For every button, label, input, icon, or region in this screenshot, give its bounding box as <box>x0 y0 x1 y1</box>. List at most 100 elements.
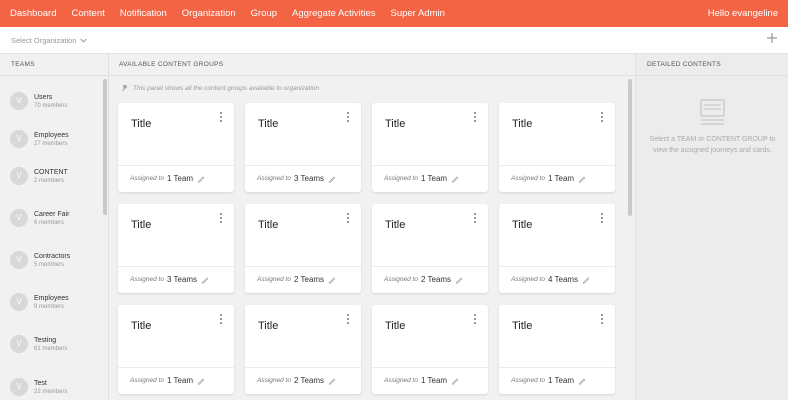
more-vertical-icon[interactable] <box>218 111 224 123</box>
team-member-count: 9 members <box>34 303 65 310</box>
user-greeting[interactable]: Hello evangeline <box>708 0 778 27</box>
more-vertical-icon[interactable] <box>599 111 605 123</box>
content-group-card[interactable]: Title Assigned to 1 Team <box>372 305 488 394</box>
more-vertical-icon[interactable] <box>599 313 605 325</box>
content-group-card[interactable]: Title Assigned to 2 Teams <box>245 204 361 293</box>
pencil-icon[interactable] <box>451 377 459 385</box>
more-vertical-icon[interactable] <box>472 212 478 224</box>
avatar: V <box>10 293 28 311</box>
more-vertical-icon[interactable] <box>472 111 478 123</box>
more-vertical-icon[interactable] <box>218 313 224 325</box>
nav-notification[interactable]: Notification <box>112 8 174 19</box>
team-name: CONTENT <box>34 168 68 176</box>
pencil-icon[interactable] <box>451 175 459 183</box>
content-groups-info: This panel shows all the content groups … <box>121 84 319 92</box>
card-assignment: Assigned to 3 Teams <box>257 174 336 183</box>
card-divider <box>118 165 234 166</box>
content-group-card[interactable]: Title Assigned to 2 Teams <box>372 204 488 293</box>
card-title: Title <box>131 118 152 130</box>
pencil-icon[interactable] <box>201 276 209 284</box>
avatar: V <box>10 335 28 353</box>
chevron-down-icon <box>80 38 88 43</box>
team-item[interactable]: V Contractors 5 members <box>10 251 70 269</box>
nav-content[interactable]: Content <box>64 8 112 19</box>
nav-dashboard[interactable]: Dashboard <box>0 8 64 19</box>
nav-aggregate-activities[interactable]: Aggregate Activities <box>285 8 383 19</box>
card-assignment: Assigned to 4 Teams <box>511 275 590 284</box>
pencil-icon[interactable] <box>578 175 586 183</box>
more-vertical-icon[interactable] <box>345 111 351 123</box>
content-group-card[interactable]: Title Assigned to 3 Teams <box>245 103 361 192</box>
assigned-count: 2 Teams <box>420 275 452 284</box>
organization-select[interactable]: Select Organization <box>11 36 88 45</box>
pencil-icon[interactable] <box>328 175 336 183</box>
team-item[interactable]: V Test 22 members <box>10 378 67 396</box>
content-groups-scrollbar[interactable] <box>628 79 632 216</box>
add-button[interactable] <box>764 32 780 48</box>
assigned-count: 1 Team <box>166 174 194 183</box>
card-divider <box>499 367 615 368</box>
team-item[interactable]: V Employees 9 members <box>10 293 69 311</box>
pencil-icon[interactable] <box>582 276 590 284</box>
more-vertical-icon[interactable] <box>345 212 351 224</box>
content-group-card[interactable]: Title Assigned to 1 Team <box>499 103 615 192</box>
more-vertical-icon[interactable] <box>599 212 605 224</box>
content-group-card[interactable]: Title Assigned to 1 Team <box>118 103 234 192</box>
content-group-card[interactable]: Title Assigned to 1 Team <box>499 305 615 394</box>
pencil-icon[interactable] <box>197 377 205 385</box>
card-assignment: Assigned to 1 Team <box>511 174 586 183</box>
pencil-icon[interactable] <box>197 175 205 183</box>
team-name: Users <box>34 93 53 101</box>
content-group-card[interactable]: Title Assigned to 4 Teams <box>499 204 615 293</box>
assigned-count: 1 Team <box>420 174 448 183</box>
team-name: Career Fair <box>34 210 70 218</box>
card-title: Title <box>258 219 279 231</box>
nav-super-admin[interactable]: Super Admin <box>383 8 452 19</box>
team-name: Employees <box>34 131 69 139</box>
content-groups-panel: AVAILABLE CONTENT GROUPS This panel show… <box>109 54 635 400</box>
team-item[interactable]: V Career Fair 6 members <box>10 209 69 227</box>
team-name: Test <box>34 379 47 387</box>
teams-header: TEAMS <box>0 54 108 76</box>
assigned-count: 1 Team <box>166 376 194 385</box>
card-assignment: Assigned to 1 Team <box>511 376 586 385</box>
nav-group[interactable]: Group <box>243 8 284 19</box>
card-assignment: Assigned to 1 Team <box>384 376 459 385</box>
nav-organization[interactable]: Organization <box>174 8 243 19</box>
card-title: Title <box>385 219 406 231</box>
pencil-icon[interactable] <box>578 377 586 385</box>
card-divider <box>372 367 488 368</box>
teams-scrollbar[interactable] <box>103 79 107 215</box>
detailed-contents-panel: DETAILED CONTENTS Select a TEAM or CONTE… <box>635 54 788 400</box>
content-group-card[interactable]: Title Assigned to 2 Teams <box>245 305 361 394</box>
team-item[interactable]: V Employees 27 members <box>10 130 69 148</box>
team-item[interactable]: V CONTENT 2 members <box>10 167 68 185</box>
content-group-card[interactable]: Title Assigned to 1 Team <box>118 305 234 394</box>
card-divider <box>372 266 488 267</box>
assigned-label: Assigned to <box>257 276 291 283</box>
card-divider <box>118 367 234 368</box>
content-group-card[interactable]: Title Assigned to 3 Teams <box>118 204 234 293</box>
pencil-icon[interactable] <box>328 276 336 284</box>
card-title: Title <box>512 118 533 130</box>
team-member-count: 2 members <box>34 177 65 184</box>
team-name: Employees <box>34 294 69 302</box>
avatar: V <box>10 209 28 227</box>
more-vertical-icon[interactable] <box>218 212 224 224</box>
org-bar: Select Organization <box>0 27 788 54</box>
card-title: Title <box>131 320 152 332</box>
pencil-icon[interactable] <box>455 276 463 284</box>
content-group-card[interactable]: Title Assigned to 1 Team <box>372 103 488 192</box>
team-member-count: 22 members <box>34 388 68 395</box>
avatar: V <box>10 167 28 185</box>
team-item[interactable]: V Testing 61 members <box>10 335 67 353</box>
avatar: V <box>10 130 28 148</box>
team-item[interactable]: V Users 70 members <box>10 92 67 110</box>
pencil-icon[interactable] <box>328 377 336 385</box>
card-title: Title <box>385 320 406 332</box>
card-divider <box>245 266 361 267</box>
card-assignment: Assigned to 3 Teams <box>130 275 209 284</box>
more-vertical-icon[interactable] <box>472 313 478 325</box>
card-assignment: Assigned to 2 Teams <box>384 275 463 284</box>
more-vertical-icon[interactable] <box>345 313 351 325</box>
